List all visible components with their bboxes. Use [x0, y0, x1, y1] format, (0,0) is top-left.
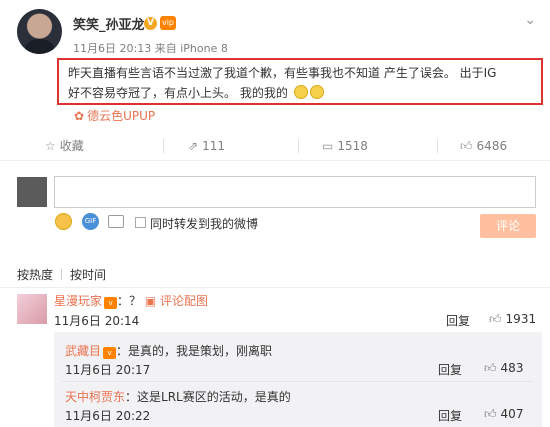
thumbs-up-icon: 👍︎	[489, 312, 502, 326]
reply-button[interactable]: 回复	[438, 407, 462, 424]
reply-body: 武藏目 v ：是真的，我是策划，刚离职	[65, 342, 272, 359]
source-tag[interactable]: ✿ 德云色UPUP	[74, 107, 155, 124]
vip-badge-icon: vip	[160, 16, 176, 30]
commenter-name[interactable]: 星漫玩家	[54, 294, 102, 308]
action-divider	[437, 139, 438, 153]
comment-text: ：？	[117, 294, 142, 308]
image-upload-icon[interactable]	[108, 215, 124, 228]
comment-body: 星漫玩家 v：？ ▣ 评论配图	[54, 292, 208, 309]
commenter-avatar[interactable]	[17, 294, 47, 324]
post-content-line-2: 好不容易夺冠了，有点小上头。 我的我的	[68, 86, 288, 100]
forward-button[interactable]: ⇗ 111	[188, 131, 225, 161]
vip-badge-icon: v	[103, 347, 117, 359]
reply-time: 11月6日 20:17	[65, 363, 151, 377]
forward-count: 111	[202, 139, 225, 153]
weibo-post: 笑笑_孙亚龙 V vip ⌄ 11月6日 20:13 来自 iPhone 8 昨…	[0, 0, 550, 427]
emoji-picker-icon[interactable]	[55, 213, 72, 230]
reply-like-button[interactable]: 👍︎ 407	[484, 407, 523, 422]
reply-divider	[62, 381, 534, 382]
source-tag-label: 德云色UPUP	[87, 109, 156, 123]
flower-icon: ✿	[74, 109, 85, 123]
forward-icon: ⇗	[188, 139, 199, 153]
thumbs-up-icon: 👍︎	[484, 407, 497, 421]
vip-badge-icon: v	[104, 297, 118, 309]
my-avatar	[17, 177, 47, 207]
thumbs-up-icon: 👍︎	[460, 139, 473, 153]
reply-like-count: 483	[500, 361, 524, 375]
tab-sort-time[interactable]: 按时间	[70, 266, 106, 283]
sad-face-icon	[309, 85, 324, 99]
reply-text: ：这是LRL赛区的活动，是真的	[125, 390, 291, 404]
tab-sort-hot[interactable]: 按热度	[17, 266, 53, 283]
author-avatar[interactable]	[17, 9, 62, 54]
action-divider	[298, 139, 299, 153]
comment-count: 1518	[337, 139, 368, 153]
sad-face-icon	[293, 85, 308, 99]
action-bar: ☆ 收藏 ⇗ 111 ▭ 1518 👍︎ 6486	[0, 131, 550, 161]
comment-time: 11月6日 20:14	[54, 314, 140, 328]
comment-image-link-label: 评论配图	[160, 294, 209, 308]
image-icon: ▣	[144, 294, 157, 308]
reply-author-name[interactable]: 天中柯贾东	[65, 390, 125, 404]
collect-label: 收藏	[59, 139, 84, 153]
reply-button[interactable]: 回复	[438, 361, 462, 378]
gif-icon[interactable]: GIF	[82, 213, 99, 230]
reply-time: 11月6日 20:22	[65, 409, 151, 423]
post-content-line-2-wrap: 好不容易夺冠了，有点小上头。 我的我的	[68, 83, 533, 103]
tab-divider	[61, 269, 63, 280]
source-prefix: 来自	[154, 42, 177, 55]
forward-checkbox-label[interactable]: 同时转发到我的微博	[150, 215, 258, 232]
reply-author-name[interactable]: 武藏目	[65, 344, 101, 358]
post-content-line-1: 昨天直播有些言语不当过激了我道个歉，有些事我也不知道 产生了误会。 出于IG	[68, 66, 497, 80]
divider	[0, 287, 550, 288]
reply-button[interactable]: 回复	[446, 312, 470, 329]
author-name[interactable]: 笑笑_孙亚龙	[73, 14, 145, 33]
sort-tabs: 按热度 按时间	[17, 266, 106, 283]
star-icon: ☆	[45, 139, 56, 153]
reply-like-button[interactable]: 👍︎ 483	[484, 361, 523, 376]
reply-like-count: 407	[500, 407, 524, 421]
comment-icon: ▭	[322, 139, 334, 153]
comment-panel: GIF 同时转发到我的微博 评论 按热度 按时间 星漫玩家 v：？ ▣ 评论配图 1…	[0, 162, 550, 427]
comment-like-count: 1931	[505, 312, 537, 326]
like-button[interactable]: 👍︎ 6486	[460, 131, 507, 161]
action-divider	[163, 139, 164, 153]
like-count: 6486	[476, 139, 508, 153]
replies-box: 武藏目 v ：是真的，我是策划，刚离职 11月6日 20:17 回复 👍︎ 483 天…	[54, 332, 542, 427]
forward-checkbox[interactable]	[135, 217, 146, 228]
comment-like-button[interactable]: 👍︎ 1931	[489, 312, 536, 327]
reply-text: ：是真的，我是策划，刚离职	[116, 344, 273, 358]
comment-input[interactable]	[54, 176, 536, 208]
comment-image-link[interactable]: ▣ 评论配图	[145, 294, 208, 308]
post-date[interactable]: 11月6日 20:13	[73, 42, 151, 55]
verified-badge-icon: V	[144, 17, 157, 30]
thumbs-up-icon: 👍︎	[484, 361, 497, 375]
collect-button[interactable]: ☆ 收藏	[45, 131, 84, 161]
comment-button[interactable]: ▭ 1518	[322, 131, 368, 161]
post-meta: 11月6日 20:13 来自 iPhone 8	[73, 40, 228, 56]
submit-comment-button[interactable]: 评论	[480, 214, 536, 238]
post-content-highlight: 昨天直播有些言语不当过激了我道个歉，有些事我也不知道 产生了误会。 出于IG 好…	[57, 58, 543, 105]
post-device: iPhone 8	[180, 42, 228, 55]
reply-body: 天中柯贾东：这是LRL赛区的活动，是真的	[65, 388, 291, 405]
chevron-down-icon[interactable]: ⌄	[524, 12, 536, 28]
